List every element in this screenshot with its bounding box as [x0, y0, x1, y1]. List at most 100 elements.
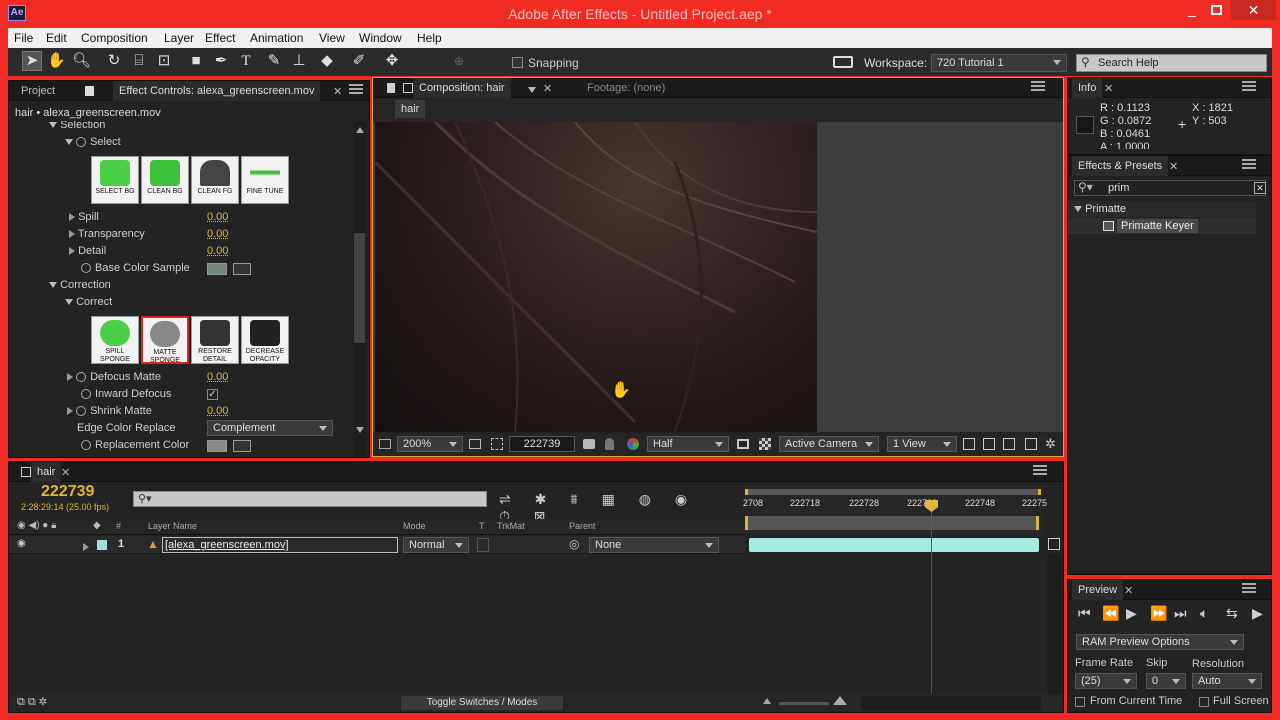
- transparency-row[interactable]: Transparency: [69, 228, 145, 240]
- eraser-icon[interactable]: ◆: [318, 52, 336, 70]
- puppet-icon[interactable]: ✥: [383, 52, 401, 70]
- eyedropper-icon[interactable]: [233, 263, 251, 275]
- pen-icon[interactable]: ✒: [212, 52, 230, 70]
- selection-group[interactable]: Selection: [49, 121, 105, 131]
- rotate-icon[interactable]: ↻: [105, 52, 123, 70]
- toggle-switches-button[interactable]: Toggle Switches / Modes: [401, 696, 563, 710]
- menu-view[interactable]: View: [319, 31, 345, 45]
- stopwatch-icon[interactable]: [76, 137, 87, 148]
- stopwatch-icon[interactable]: [76, 372, 87, 383]
- timeline-switch-icons[interactable]: ⇌ ✱ ⩩ ▦ ◍ ◉ ⏱ ⊠: [499, 491, 729, 524]
- timeline-menu-icon[interactable]: [1033, 465, 1047, 475]
- loop-icon[interactable]: ⇆: [1226, 606, 1238, 620]
- camera-select[interactable]: Active Camera: [779, 436, 879, 452]
- snapping-checkbox[interactable]: [512, 57, 523, 68]
- stopwatch-icon[interactable]: [76, 406, 87, 417]
- audio-icon[interactable]: 🔈︎: [1200, 606, 1208, 620]
- zoom-slider[interactable]: [779, 702, 829, 705]
- camera-tool-icon[interactable]: ⌸: [130, 52, 148, 70]
- spill-sponge-button[interactable]: SPILL SPONGE: [91, 316, 139, 364]
- minimize-icon[interactable]: _: [1188, 2, 1202, 18]
- timeline-search-field[interactable]: ⚲▾: [133, 491, 487, 507]
- menu-effect[interactable]: Effect: [205, 31, 235, 45]
- layer-name[interactable]: [alexa_greenscreen.mov]: [162, 537, 398, 553]
- full-screen-checkbox[interactable]: [1199, 697, 1209, 707]
- col-layer-name[interactable]: Layer Name: [148, 521, 197, 531]
- play-icon[interactable]: ▶: [1126, 606, 1137, 620]
- last-frame-icon[interactable]: ⏭: [1174, 606, 1187, 620]
- detail-row[interactable]: Detail: [69, 245, 106, 257]
- preview-menu-icon[interactable]: [1242, 583, 1256, 593]
- stopwatch-icon[interactable]: [81, 389, 91, 400]
- defocus-value[interactable]: 0.00: [207, 371, 228, 383]
- tab-preview[interactable]: Preview: [1072, 580, 1124, 600]
- tab-composition[interactable]: Composition: hair: [413, 78, 511, 98]
- toggle-pixel-icon[interactable]: [963, 438, 975, 450]
- trkmat-box[interactable]: [477, 538, 489, 552]
- ram-preview-icon[interactable]: ▶︎: [1252, 606, 1263, 620]
- zoom-out-icon[interactable]: [763, 698, 771, 704]
- menu-composition[interactable]: Composition: [81, 31, 148, 45]
- matte-sponge-button[interactable]: MATTE SPONGE: [141, 316, 189, 364]
- decrease-opacity-button[interactable]: DECREASE OPACITY: [241, 316, 289, 364]
- layer-parent-select[interactable]: None: [589, 537, 719, 553]
- layer-duration-bar[interactable]: [749, 538, 1039, 552]
- scroll-up-icon[interactable]: [356, 127, 364, 133]
- pan-behind-icon[interactable]: ⊡: [155, 52, 173, 70]
- panel-menu-icon[interactable]: [349, 84, 363, 94]
- clean-bg-button[interactable]: CLEAN BG: [141, 156, 189, 204]
- effects-search-value[interactable]: prim: [1108, 182, 1129, 194]
- primatte-keyer-item[interactable]: Primatte Keyer: [1117, 219, 1198, 233]
- layer-label-color[interactable]: [97, 540, 107, 550]
- menu-help[interactable]: Help: [417, 31, 442, 45]
- clone-icon[interactable]: ⊥: [290, 52, 308, 70]
- shrink-value[interactable]: 0.00: [207, 405, 228, 417]
- base-color-swatch[interactable]: [207, 263, 227, 275]
- tab-effect-controls[interactable]: Effect Controls: alexa_greenscreen.mov: [113, 81, 321, 101]
- region-of-interest-icon[interactable]: [737, 439, 749, 449]
- zoom-icon[interactable]: 🔍︎: [72, 52, 91, 70]
- scroll-thumb[interactable]: [354, 233, 365, 343]
- comp-tab-dropdown-icon[interactable]: [528, 84, 536, 96]
- primatte-category[interactable]: Primatte: [1074, 203, 1126, 215]
- layer-mode-select[interactable]: Normal: [403, 537, 469, 553]
- close-effects-icon[interactable]: ✕: [1169, 160, 1178, 173]
- from-current-time-checkbox[interactable]: [1075, 697, 1085, 707]
- lock-icon[interactable]: [85, 86, 94, 96]
- menu-animation[interactable]: Animation: [250, 31, 303, 45]
- select-bg-button[interactable]: SELECT BG: [91, 156, 139, 204]
- edge-color-replace-select[interactable]: Complement: [207, 420, 333, 436]
- exposure-icon[interactable]: ✲: [1045, 436, 1056, 452]
- work-area-bar[interactable]: [745, 489, 1041, 495]
- inward-defocus-checkbox[interactable]: ✓: [207, 389, 218, 400]
- eyedropper-icon[interactable]: [233, 440, 251, 452]
- close-info-icon[interactable]: ✕: [1104, 82, 1113, 95]
- spill-value[interactable]: 0.00: [207, 211, 228, 223]
- tab-project[interactable]: Project: [21, 81, 55, 101]
- fast-previews-icon[interactable]: [983, 438, 995, 450]
- tab-effects-presets[interactable]: Effects & Presets: [1072, 156, 1169, 176]
- tab-footage[interactable]: Footage: (none): [587, 78, 665, 98]
- defocus-row[interactable]: Defocus Matte: [67, 371, 161, 383]
- correction-group[interactable]: Correction: [49, 279, 111, 291]
- maximize-icon[interactable]: [1211, 5, 1222, 15]
- restore-detail-button[interactable]: RESTORE DETAIL: [191, 316, 239, 364]
- rectangle-icon[interactable]: ■: [187, 52, 205, 70]
- spill-row[interactable]: Spill: [69, 211, 99, 223]
- tab-info[interactable]: Info: [1072, 78, 1103, 98]
- zoom-select[interactable]: 200%: [397, 436, 463, 452]
- detail-value[interactable]: 0.00: [207, 245, 228, 257]
- comp-lock-icon[interactable]: [387, 83, 395, 93]
- fine-tune-button[interactable]: FINE TUNE: [241, 156, 289, 204]
- flowchart-icon[interactable]: [1025, 438, 1037, 450]
- clean-fg-button[interactable]: CLEAN FG: [191, 156, 239, 204]
- shrink-row[interactable]: Shrink Matte: [67, 405, 152, 417]
- channel-icon[interactable]: [627, 438, 639, 450]
- brush-icon[interactable]: ✎: [265, 52, 283, 70]
- menu-file[interactable]: File: [14, 31, 33, 45]
- comp-panel-menu-icon[interactable]: [1031, 81, 1045, 91]
- replacement-color-swatch[interactable]: [207, 440, 227, 452]
- menu-window[interactable]: Window: [359, 31, 402, 45]
- visibility-eye-icon[interactable]: ◉: [17, 538, 26, 549]
- comp-timecode[interactable]: 222739: [509, 436, 575, 452]
